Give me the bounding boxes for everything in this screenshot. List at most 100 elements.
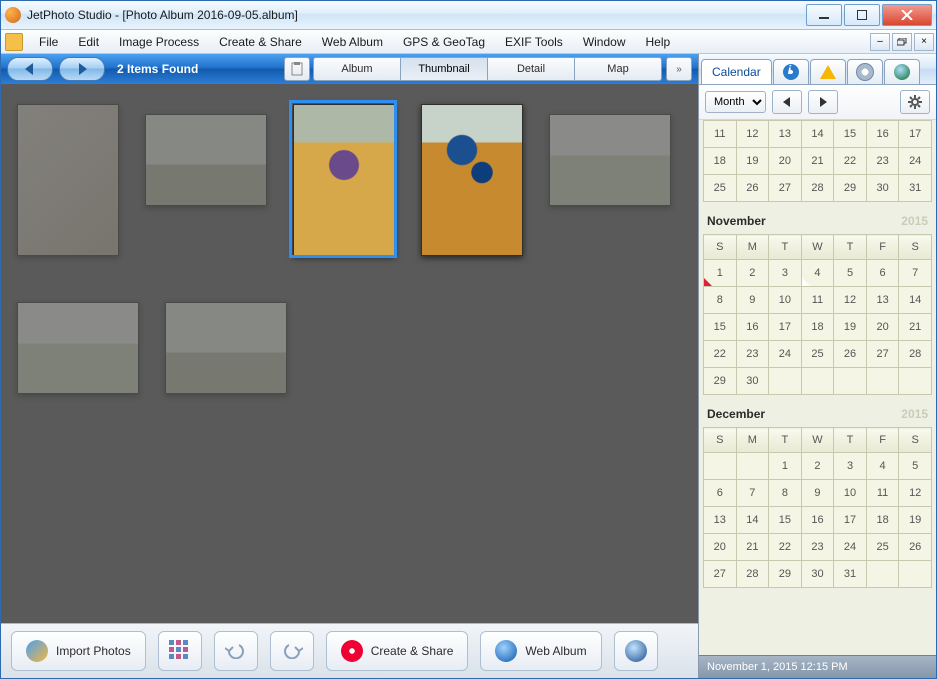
close-button[interactable] (882, 4, 932, 26)
thumbnail-photo-1[interactable] (17, 104, 117, 254)
calendar-day[interactable]: 29 (834, 175, 867, 202)
calendar-day[interactable]: 12 (736, 121, 769, 148)
calendar-day[interactable]: 19 (834, 314, 867, 341)
menu-exif-tools[interactable]: EXIF Tools (495, 32, 573, 52)
menu-edit[interactable]: Edit (68, 32, 109, 52)
menu-image-process[interactable]: Image Process (109, 32, 209, 52)
calendar-day[interactable]: 24 (899, 148, 932, 175)
calendar-day[interactable]: 20 (704, 534, 737, 561)
thumbnail-photo-7[interactable] (165, 292, 285, 402)
calendar-day[interactable]: 5 (834, 260, 867, 287)
undo-button[interactable] (214, 631, 258, 671)
calendar-day[interactable]: 27 (866, 341, 899, 368)
nav-back-button[interactable] (7, 57, 53, 81)
side-tab-map[interactable] (884, 59, 920, 84)
calendar-next-button[interactable] (808, 90, 838, 114)
calendar-day[interactable]: 22 (834, 148, 867, 175)
calendar-day[interactable]: 25 (801, 341, 834, 368)
side-tab-favorites[interactable] (810, 59, 846, 84)
minimize-button[interactable] (806, 4, 842, 26)
calendar-day[interactable]: 12 (899, 480, 932, 507)
calendar-day[interactable]: 14 (736, 507, 769, 534)
calendar-day[interactable]: 12 (834, 287, 867, 314)
web-album-button[interactable]: Web Album (480, 631, 601, 671)
calendar-day[interactable]: 24 (769, 341, 802, 368)
calendar-day[interactable]: 6 (704, 480, 737, 507)
calendar-day[interactable]: 7 (736, 480, 769, 507)
calendar-day[interactable]: 10 (834, 480, 867, 507)
calendar-day[interactable]: 9 (736, 287, 769, 314)
calendar-day[interactable]: 10 (769, 287, 802, 314)
calendar-prev-button[interactable] (772, 90, 802, 114)
calendar-day[interactable]: 15 (769, 507, 802, 534)
side-tab-info[interactable] (773, 59, 809, 84)
calendar-day[interactable]: 22 (769, 534, 802, 561)
thumbnail-photo-6[interactable] (17, 292, 137, 402)
calendar-day[interactable]: 15 (834, 121, 867, 148)
toolbar-more-icon[interactable]: » (666, 57, 692, 81)
calendar-day[interactable]: 28 (801, 175, 834, 202)
calendar-day[interactable]: 16 (801, 507, 834, 534)
calendar-day[interactable]: 17 (899, 121, 932, 148)
calendar-day[interactable]: 1 (704, 260, 737, 287)
calendar-day[interactable]: 27 (769, 175, 802, 202)
calendar-day[interactable]: 5 (899, 453, 932, 480)
maximize-button[interactable] (844, 4, 880, 26)
side-tab-calendar[interactable]: Calendar (701, 59, 772, 84)
menu-help[interactable]: Help (636, 32, 681, 52)
tab-map[interactable]: Map (574, 57, 662, 81)
calendar-day[interactable]: 14 (801, 121, 834, 148)
thumbnail-photo-4[interactable] (421, 104, 521, 254)
calendar-day[interactable]: 11 (801, 287, 834, 314)
mdi-restore-button[interactable] (892, 33, 912, 51)
redo-button[interactable] (270, 631, 314, 671)
calendar-day[interactable]: 25 (704, 175, 737, 202)
calendar-day[interactable]: 21 (899, 314, 932, 341)
calendar-mode-select[interactable]: Month (705, 91, 766, 113)
calendar-day[interactable]: 31 (834, 561, 867, 588)
calendar-day[interactable]: 22 (704, 341, 737, 368)
calendar-day[interactable]: 7 (899, 260, 932, 287)
calendar-day[interactable]: 2 (801, 453, 834, 480)
calendar-day[interactable]: 18 (801, 314, 834, 341)
calendar-day[interactable]: 30 (801, 561, 834, 588)
menu-file[interactable]: File (29, 32, 68, 52)
thumbnail-photo-3[interactable] (293, 104, 393, 254)
calendar-day[interactable]: 3 (769, 260, 802, 287)
menu-window[interactable]: Window (573, 32, 636, 52)
calendar-day[interactable]: 13 (769, 121, 802, 148)
calendar-day[interactable]: 23 (736, 341, 769, 368)
menu-gps-geotag[interactable]: GPS & GeoTag (393, 32, 495, 52)
calendar-day[interactable]: 21 (801, 148, 834, 175)
calendar-day[interactable]: 9 (801, 480, 834, 507)
calendar-day[interactable]: 11 (704, 121, 737, 148)
calendar-day[interactable]: 15 (704, 314, 737, 341)
calendar-day[interactable]: 20 (769, 148, 802, 175)
calendar-day[interactable]: 31 (899, 175, 932, 202)
calendar-day[interactable]: 2 (736, 260, 769, 287)
calendar-day[interactable]: 28 (736, 561, 769, 588)
calendar-day[interactable]: 4 (801, 260, 834, 287)
calendar-scroll[interactable]: 1112131415161718192021222324252627282930… (699, 120, 936, 655)
tab-detail[interactable]: Detail (487, 57, 575, 81)
calendar-day[interactable]: 20 (866, 314, 899, 341)
calendar-day[interactable]: 21 (736, 534, 769, 561)
calendar-day[interactable]: 23 (801, 534, 834, 561)
calendar-day[interactable]: 28 (899, 341, 932, 368)
calendar-day[interactable]: 30 (866, 175, 899, 202)
import-photos-button[interactable]: Import Photos (11, 631, 146, 671)
calendar-day[interactable]: 25 (866, 534, 899, 561)
calendar-day[interactable]: 17 (769, 314, 802, 341)
calendar-day[interactable]: 8 (769, 480, 802, 507)
calendar-day[interactable]: 17 (834, 507, 867, 534)
calendar-day[interactable]: 29 (704, 368, 737, 395)
calendar-day[interactable]: 16 (736, 314, 769, 341)
tab-thumbnail[interactable]: Thumbnail (400, 57, 488, 81)
calendar-day[interactable]: 13 (704, 507, 737, 534)
calendar-day[interactable]: 18 (704, 148, 737, 175)
mdi-icon[interactable] (5, 33, 23, 51)
menu-create-share[interactable]: Create & Share (209, 32, 312, 52)
calendar-day[interactable]: 1 (769, 453, 802, 480)
calendar-day[interactable]: 18 (866, 507, 899, 534)
clipboard-icon[interactable] (284, 57, 310, 81)
